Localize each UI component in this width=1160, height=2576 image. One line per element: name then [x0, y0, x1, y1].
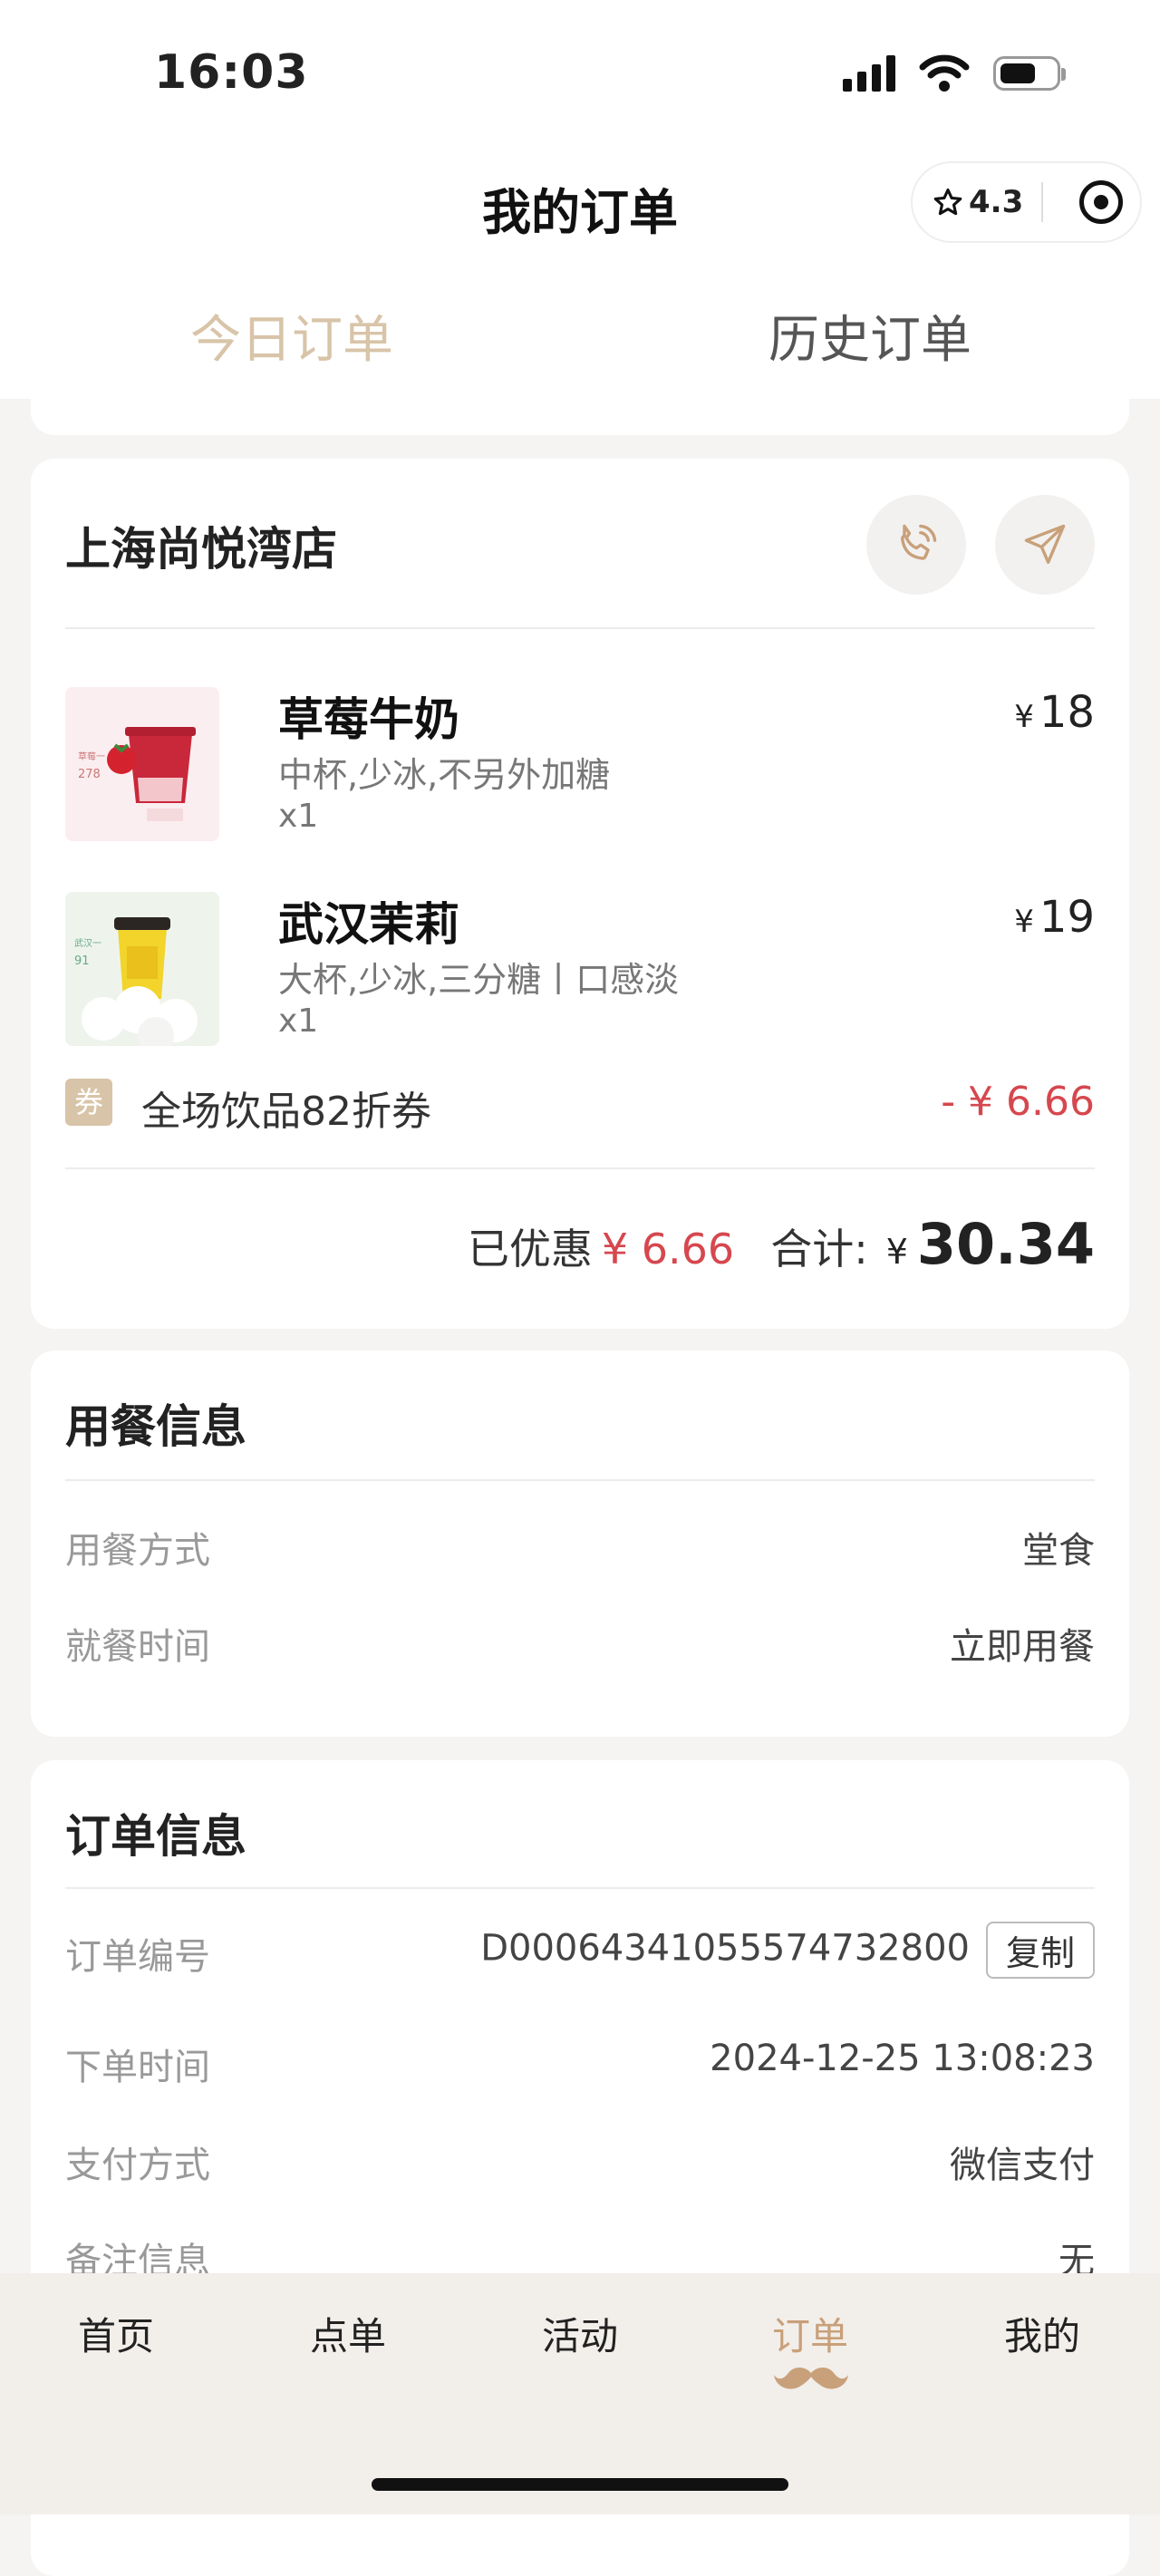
svg-text:278: 278: [78, 768, 101, 781]
order-time-value: 2024-12-25 13:08:23: [710, 2038, 1095, 2079]
svg-text:武汉一: 武汉一: [74, 937, 102, 949]
order-totals: 已优惠 ¥ 6.66 合计: ¥ 30.34: [468, 1211, 1095, 1277]
order-info-title: 订单信息: [65, 1810, 246, 1863]
meal-info-card: 用餐信息 用餐方式 堂食 就餐时间 立即用餐: [31, 1351, 1129, 1737]
navigate-store-button[interactable]: [995, 495, 1095, 595]
order-number-row: 订单编号 D000643410555747328​00 复制: [65, 1922, 1095, 1981]
item-price-value: 19: [1039, 892, 1095, 943]
dining-time-row: 就餐时间 立即用餐: [65, 1617, 1095, 1671]
meal-info-divider: [65, 1479, 1095, 1481]
tabbar-activities[interactable]: 活动: [498, 2306, 662, 2361]
coupon-name: 全场饮品82折券: [141, 1089, 431, 1135]
total-currency: ¥: [885, 1232, 908, 1272]
previous-card-edge: [31, 381, 1129, 435]
list-item: 草莓一 278 草莓牛奶 中杯,少冰,不另外加糖 x1 ¥18: [65, 687, 1095, 841]
call-store-button[interactable]: [866, 495, 966, 595]
dining-method-label: 用餐方式: [65, 1530, 210, 1572]
dining-time-label: 就餐时间: [65, 1626, 210, 1668]
totals-divider: [65, 1167, 1095, 1169]
order-tabs: 今日订单 历史订单: [0, 254, 1160, 399]
item-name: 草莓牛奶: [278, 693, 459, 746]
capsule-divider: [1041, 182, 1043, 222]
payment-method-row: 支付方式 微信支付: [65, 2135, 1095, 2190]
item-spec: 大杯,少冰,三分糖丨口感淡: [278, 960, 680, 1000]
item-price-value: 18: [1039, 687, 1095, 738]
order-time-row: 下单时间 2024-12-25 13:08:23: [65, 2038, 1095, 2092]
phone-icon: [901, 524, 937, 560]
order-number-value-wrap: D000643410555747328​00 复制: [480, 1922, 1095, 1979]
product-image-wuhan-jasmine: 武汉一 91: [65, 892, 219, 1046]
payment-method-value: 微信支付: [950, 2145, 1095, 2186]
dining-method-value: 堂食: [1022, 1530, 1095, 1572]
meal-info-title: 用餐信息: [65, 1400, 246, 1453]
navigation-arrow-icon: [1024, 524, 1066, 565]
order-number-label: 订单编号: [65, 1936, 210, 1978]
svg-text:91: 91: [74, 954, 90, 968]
rating-value: 4.3: [969, 184, 1024, 220]
currency-symbol: ¥: [1014, 699, 1034, 735]
svg-text:草莓一: 草莓一: [78, 751, 105, 762]
coupon-badge: 券: [65, 1079, 112, 1126]
tabbar-home[interactable]: 首页: [34, 2306, 198, 2361]
discount-label: 已优惠: [467, 1225, 593, 1273]
tabbar-me[interactable]: 我的: [961, 2306, 1124, 2361]
currency-symbol: ¥: [1014, 904, 1034, 940]
tab-history-orders[interactable]: 历史订单: [768, 299, 972, 373]
payment-method-label: 支付方式: [65, 2145, 210, 2186]
tabbar-orders[interactable]: 订单: [729, 2306, 892, 2361]
item-quantity: x1: [278, 1002, 319, 1040]
total-amount: 30.34: [916, 1211, 1095, 1277]
dining-time-value: 立即用餐: [950, 1626, 1095, 1668]
tab-today-orders[interactable]: 今日订单: [190, 299, 393, 373]
store-name: 上海尚悦湾店: [65, 523, 337, 576]
discount-amount: ¥ 6.66: [601, 1225, 735, 1273]
close-miniprogram-icon[interactable]: [1079, 180, 1123, 224]
status-bar: 16:03: [0, 0, 1160, 145]
mini-program-capsule[interactable]: 4.3: [911, 161, 1142, 243]
item-name: 武汉茉莉: [278, 898, 459, 951]
rating-button[interactable]: 4.3: [913, 184, 1041, 220]
home-indicator: [372, 2478, 788, 2491]
item-price: ¥18: [1014, 687, 1095, 738]
tabbar-order-menu[interactable]: 点单: [266, 2306, 430, 2361]
total-label: 合计:: [770, 1225, 868, 1273]
star-icon: [933, 188, 962, 216]
item-spec: 中杯,少冰,不另外加糖: [278, 755, 611, 795]
wifi-icon: [919, 54, 970, 92]
product-image-strawberry-milk: 草莓一 278: [65, 687, 219, 841]
item-price: ¥19: [1014, 892, 1095, 943]
battery-icon: [993, 56, 1066, 91]
status-icons: [843, 54, 1066, 92]
store-divider: [65, 627, 1095, 629]
signal-icon: [843, 55, 895, 92]
mustache-icon: [774, 2368, 848, 2389]
coupon-amount: - ¥ 6.66: [941, 1079, 1095, 1125]
nav-bar: 我的订单 4.3: [0, 145, 1160, 254]
order-items-card: 上海尚悦湾店 草莓一 278 草莓牛奶 中杯,少冰,不另外加糖 x1 ¥ 18 …: [31, 459, 1129, 1329]
order-info-divider: [65, 1887, 1095, 1889]
coupon-row: 券 全场饮品82折券 - ¥ 6.66: [65, 1075, 1095, 1135]
order-number-value: D000643410555747328​00: [480, 1927, 970, 1970]
dining-method-row: 用餐方式 堂食: [65, 1521, 1095, 1575]
list-item: 武汉一 91 武汉茉莉 大杯,少冰,三分糖丨口感淡 x1 ¥19: [65, 892, 1095, 1046]
status-time: 16:03: [154, 45, 309, 100]
order-time-label: 下单时间: [65, 2047, 210, 2088]
copy-button[interactable]: 复制: [985, 1922, 1095, 1979]
item-quantity: x1: [278, 798, 319, 835]
